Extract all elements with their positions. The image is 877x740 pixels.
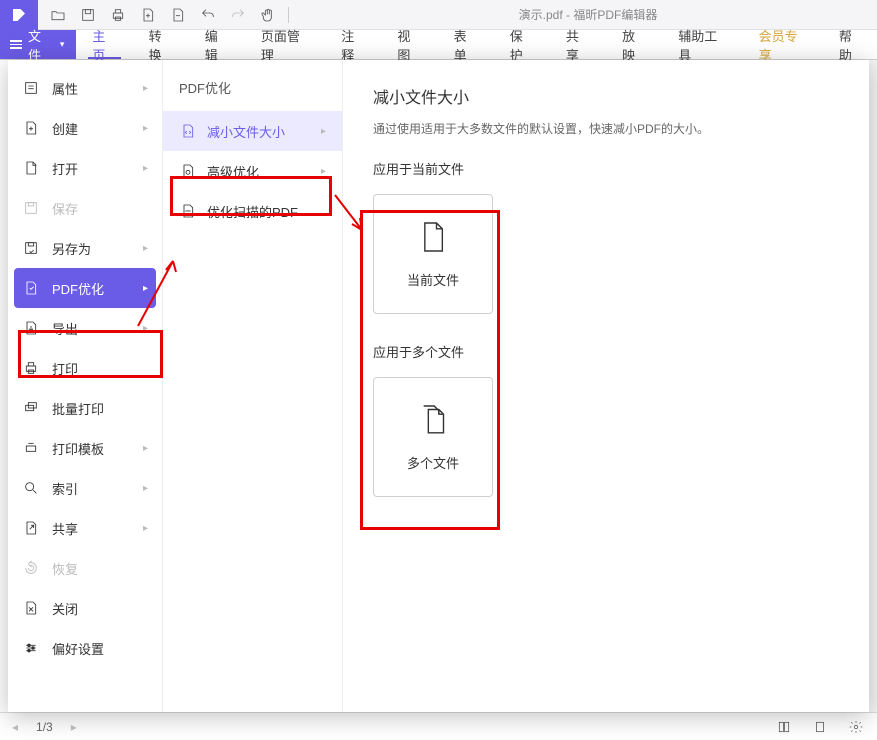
- redo-icon[interactable]: [224, 3, 252, 27]
- hand-icon[interactable]: [254, 3, 282, 27]
- undo-icon[interactable]: [194, 3, 222, 27]
- optimize-icon: [22, 279, 40, 297]
- print-file-icon: [22, 359, 40, 377]
- chevron-right-icon: ▸: [143, 443, 148, 454]
- chevron-right-icon: ▸: [143, 523, 148, 534]
- advanced-icon: [179, 162, 197, 180]
- chevron-right-icon: ▸: [143, 163, 148, 174]
- file-menu-index[interactable]: 索引▸: [8, 468, 162, 508]
- ribbon-file-label: 文件: [28, 26, 50, 64]
- card-label: 多个文件: [407, 453, 459, 472]
- properties-icon: [22, 79, 40, 97]
- chevron-right-icon: ▸: [143, 123, 148, 134]
- ribbon-tab-view[interactable]: 视图: [381, 30, 437, 59]
- file-menu-close[interactable]: 关闭: [8, 588, 162, 628]
- sb-settings-icon[interactable]: [847, 718, 865, 736]
- submenu-advanced[interactable]: 高级优化▸: [163, 151, 342, 191]
- ribbon-tab-annotate[interactable]: 注释: [325, 30, 381, 59]
- right-edge-strip: [869, 60, 877, 712]
- ribbon-tab-present[interactable]: 放映: [606, 30, 662, 59]
- statusbar: ◂ 1/3 ▸: [0, 712, 877, 740]
- annotation-arrow-1: [128, 246, 188, 336]
- section-current-file: 应用于当前文件: [373, 159, 839, 178]
- print-icon[interactable]: [104, 3, 132, 27]
- ribbon-tab-form[interactable]: 表单: [438, 30, 494, 59]
- preferences-icon: [22, 639, 40, 657]
- ribbon: 文件 ▾ 主页 转换 编辑 页面管理 注释 视图 表单 保护 共享 放映 辅助工…: [0, 30, 877, 60]
- single-file-icon: [419, 220, 447, 254]
- file-menu-share[interactable]: 共享▸: [8, 508, 162, 548]
- page-add-icon[interactable]: [134, 3, 162, 27]
- hamburger-icon: [10, 40, 22, 49]
- chevron-right-icon: ▸: [321, 166, 326, 177]
- card-current-file[interactable]: 当前文件: [373, 194, 493, 314]
- multi-file-icon: [419, 403, 447, 437]
- ribbon-tab-vip[interactable]: 会员专享: [743, 30, 823, 59]
- section-multi-file: 应用于多个文件: [373, 342, 839, 361]
- sb-layout-icon[interactable]: [775, 718, 793, 736]
- ribbon-tab-page[interactable]: 页面管理: [245, 30, 325, 59]
- scan-icon: [179, 202, 197, 220]
- detail-heading: 减小文件大小: [373, 84, 839, 108]
- ribbon-tab-tools[interactable]: 辅助工具: [662, 30, 742, 59]
- template-icon: [22, 439, 40, 457]
- chevron-right-icon: ▸: [143, 483, 148, 494]
- file-menu-batchprint[interactable]: 批量打印: [8, 388, 162, 428]
- file-submenu: PDF优化 减小文件大小▸ 高级优化▸ 优化扫描的PDF: [163, 60, 343, 712]
- file-menu-printtemplate[interactable]: 打印模板▸: [8, 428, 162, 468]
- close-file-icon: [22, 599, 40, 617]
- export-icon: [22, 319, 40, 337]
- page-indicator[interactable]: 1/3: [36, 720, 53, 734]
- restore-icon: [22, 559, 40, 577]
- index-icon: [22, 479, 40, 497]
- file-menu-save: 保存: [8, 188, 162, 228]
- open-icon[interactable]: [44, 3, 72, 27]
- submenu-reduce-size[interactable]: 减小文件大小▸: [163, 111, 342, 151]
- ribbon-tab-home[interactable]: 主页: [76, 30, 132, 59]
- submenu-title: PDF优化: [163, 78, 342, 111]
- batchprint-icon: [22, 399, 40, 417]
- file-menu-preferences[interactable]: 偏好设置: [8, 628, 162, 668]
- open-file-icon: [22, 159, 40, 177]
- saveas-icon: [22, 239, 40, 257]
- ribbon-tab-protect[interactable]: 保护: [494, 30, 550, 59]
- share-file-icon: [22, 519, 40, 537]
- file-menu-open[interactable]: 打开▸: [8, 148, 162, 188]
- ribbon-tab-share[interactable]: 共享: [550, 30, 606, 59]
- file-detail-pane: 减小文件大小 通过使用适用于大多数文件的默认设置，快速减小PDF的大小。 应用于…: [343, 60, 869, 712]
- file-menu-properties[interactable]: 属性▸: [8, 68, 162, 108]
- page-remove-icon[interactable]: [164, 3, 192, 27]
- submenu-scan-optimize[interactable]: 优化扫描的PDF: [163, 191, 342, 231]
- sb-page-icon[interactable]: [811, 718, 829, 736]
- ribbon-tab-edit[interactable]: 编辑: [189, 30, 245, 59]
- file-menu-list: 属性▸ 创建▸ 打开▸ 保存 另存为▸ PDF优化▸ 导出▸ 打印 批量打印 打…: [8, 60, 163, 712]
- separator: [288, 7, 289, 23]
- reduce-icon: [179, 122, 197, 140]
- annotation-arrow-2: [330, 190, 370, 240]
- card-label: 当前文件: [407, 270, 459, 289]
- file-menu-create[interactable]: 创建▸: [8, 108, 162, 148]
- create-icon: [22, 119, 40, 137]
- chevron-right-icon: ▸: [321, 126, 326, 137]
- file-menu-restore: 恢复: [8, 548, 162, 588]
- save-file-icon: [22, 199, 40, 217]
- card-multi-file[interactable]: 多个文件: [373, 377, 493, 497]
- ribbon-file-tab[interactable]: 文件 ▾: [0, 30, 76, 59]
- chevron-right-icon: ▸: [143, 83, 148, 94]
- ribbon-tab-convert[interactable]: 转换: [133, 30, 189, 59]
- detail-description: 通过使用适用于大多数文件的默认设置，快速减小PDF的大小。: [373, 120, 839, 137]
- file-menu-panel: 属性▸ 创建▸ 打开▸ 保存 另存为▸ PDF优化▸ 导出▸ 打印 批量打印 打…: [8, 60, 869, 712]
- save-icon[interactable]: [74, 3, 102, 27]
- titlebar: 演示.pdf - 福昕PDF编辑器: [0, 0, 877, 30]
- ribbon-tab-help[interactable]: 帮助: [823, 30, 877, 59]
- file-menu-print[interactable]: 打印: [8, 348, 162, 388]
- window-title: 演示.pdf - 福昕PDF编辑器: [299, 6, 877, 23]
